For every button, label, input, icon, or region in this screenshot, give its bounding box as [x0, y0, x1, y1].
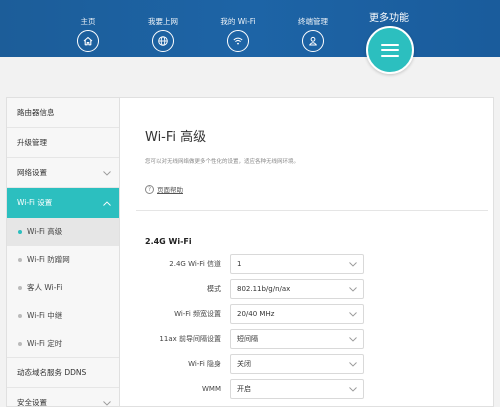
sidebar-subitem-label: 客人 Wi-Fi — [27, 283, 63, 292]
chevron-down-icon — [349, 262, 357, 267]
sidebar-item-wifi-settings[interactable]: Wi-Fi 设置 — [7, 188, 119, 218]
select-value: 802.11b/g/n/ax — [237, 285, 291, 293]
select-value: 开启 — [237, 385, 251, 393]
sidebar-item-label: Wi-Fi 设置 — [17, 198, 53, 207]
field-row-hidden-ssid: Wi-Fi 隐身 关闭 — [120, 354, 493, 374]
wifi-icon — [227, 30, 249, 52]
channel-select[interactable]: 1 — [230, 254, 364, 274]
main-panel: Wi-Fi 高级 您可以对无线网络做更多个性化的设置，适应各种无线网环境。 ? … — [119, 97, 494, 407]
sidebar-subitem-guest-wifi[interactable]: 客人 Wi-Fi — [7, 274, 119, 302]
top-navigation-bar: 主页 我要上网 我的 Wi-Fi 终端管理 更多功能 — [0, 0, 500, 57]
sidebar-item-label: 动态域名服务 DDNS — [17, 368, 87, 377]
sidebar-item-label: 网络设置 — [17, 168, 47, 177]
bullet-icon — [18, 286, 22, 290]
user-icon — [302, 30, 324, 52]
chevron-down-icon — [349, 387, 357, 392]
nav-home-label: 主页 — [80, 17, 96, 26]
nav-internet[interactable]: 我要上网 — [128, 0, 198, 52]
sidebar: 路由器信息 升级管理 网络设置 Wi-Fi 设置 Wi-Fi 高级 Wi-Fi … — [6, 97, 119, 407]
nav-devices[interactable]: 终端管理 — [278, 0, 348, 52]
nav-home[interactable]: 主页 — [53, 0, 123, 52]
wmm-select[interactable]: 开启 — [230, 379, 364, 399]
chevron-down-icon — [349, 337, 357, 342]
chevron-up-icon — [103, 188, 111, 218]
field-row-wmm: WMM 开启 — [120, 379, 493, 399]
sidebar-item-security[interactable]: 安全设置 — [7, 388, 119, 407]
more-functions-button[interactable] — [366, 26, 414, 74]
hidden-ssid-select[interactable]: 关闭 — [230, 354, 364, 374]
page-help-link[interactable]: ? 页面帮助 — [145, 184, 183, 194]
sidebar-subitem-label: Wi-Fi 定时 — [27, 339, 63, 348]
nav-my-wifi[interactable]: 我的 Wi-Fi — [203, 0, 273, 52]
field-row-bandwidth: Wi-Fi 频宽设置 20/40 MHz — [120, 304, 493, 324]
field-label: 2.4G Wi-Fi 信道 — [169, 260, 221, 268]
section-title: 2.4G Wi-Fi — [145, 237, 192, 246]
mode-select[interactable]: 802.11b/g/n/ax — [230, 279, 364, 299]
globe-icon — [152, 30, 174, 52]
page-title: Wi-Fi 高级 — [145, 130, 207, 145]
bandwidth-select[interactable]: 20/40 MHz — [230, 304, 364, 324]
bullet-icon — [18, 342, 22, 346]
select-value: 20/40 MHz — [237, 310, 275, 318]
field-label: Wi-Fi 频宽设置 — [174, 310, 221, 318]
sidebar-item-upgrade[interactable]: 升级管理 — [7, 128, 119, 158]
sidebar-item-ddns[interactable]: 动态域名服务 DDNS — [7, 358, 119, 388]
sidebar-item-label: 路由器信息 — [17, 108, 55, 117]
menu-icon — [381, 40, 399, 60]
more-functions-label: 更多功能 — [369, 13, 409, 24]
field-label: 11ax 前导间隔设置 — [159, 335, 221, 343]
select-value: 关闭 — [237, 360, 251, 368]
home-icon — [77, 30, 99, 52]
sidebar-subitem-label: Wi-Fi 中继 — [27, 311, 63, 320]
field-label: 模式 — [207, 285, 221, 293]
field-row-guard-interval: 11ax 前导间隔设置 短间隔 — [120, 329, 493, 349]
nav-my-wifi-label: 我的 Wi-Fi — [220, 17, 256, 26]
sidebar-item-label: 升级管理 — [17, 138, 47, 147]
guard-interval-select[interactable]: 短间隔 — [230, 329, 364, 349]
chevron-down-icon — [349, 287, 357, 292]
field-label: Wi-Fi 隐身 — [188, 360, 221, 368]
sidebar-item-network-settings[interactable]: 网络设置 — [7, 158, 119, 188]
sidebar-subitem-wifi-timer[interactable]: Wi-Fi 定时 — [7, 330, 119, 358]
page-help-label: 页面帮助 — [157, 186, 183, 194]
select-value: 1 — [237, 260, 242, 268]
chevron-down-icon — [103, 388, 111, 406]
field-label: WMM — [201, 385, 221, 393]
sidebar-subitem-wifi-advanced[interactable]: Wi-Fi 高级 — [7, 218, 119, 246]
sidebar-subitem-label: Wi-Fi 高级 — [27, 227, 63, 236]
sidebar-item-router-info[interactable]: 路由器信息 — [7, 98, 119, 128]
nav-devices-label: 终端管理 — [298, 17, 328, 26]
bullet-icon — [18, 230, 22, 234]
page-description: 您可以对无线网络做更多个性化的设置，适应各种无线网环境。 — [145, 159, 300, 165]
field-row-mode: 模式 802.11b/g/n/ax — [120, 279, 493, 299]
field-row-channel: 2.4G Wi-Fi 信道 1 — [120, 254, 493, 274]
bullet-icon — [18, 314, 22, 318]
chevron-down-icon — [349, 362, 357, 367]
help-icon: ? — [145, 184, 154, 194]
sidebar-subitem-label: Wi-Fi 防蹭网 — [27, 255, 70, 264]
bullet-icon — [18, 258, 22, 262]
nav-internet-label: 我要上网 — [148, 17, 178, 26]
chevron-down-icon — [103, 158, 111, 188]
sidebar-item-label: 安全设置 — [17, 398, 47, 407]
divider — [136, 210, 488, 211]
chevron-down-icon — [349, 312, 357, 317]
select-value: 短间隔 — [237, 335, 258, 343]
sidebar-subitem-wifi-anti-leech[interactable]: Wi-Fi 防蹭网 — [7, 246, 119, 274]
sidebar-subitem-wifi-repeater[interactable]: Wi-Fi 中继 — [7, 302, 119, 330]
